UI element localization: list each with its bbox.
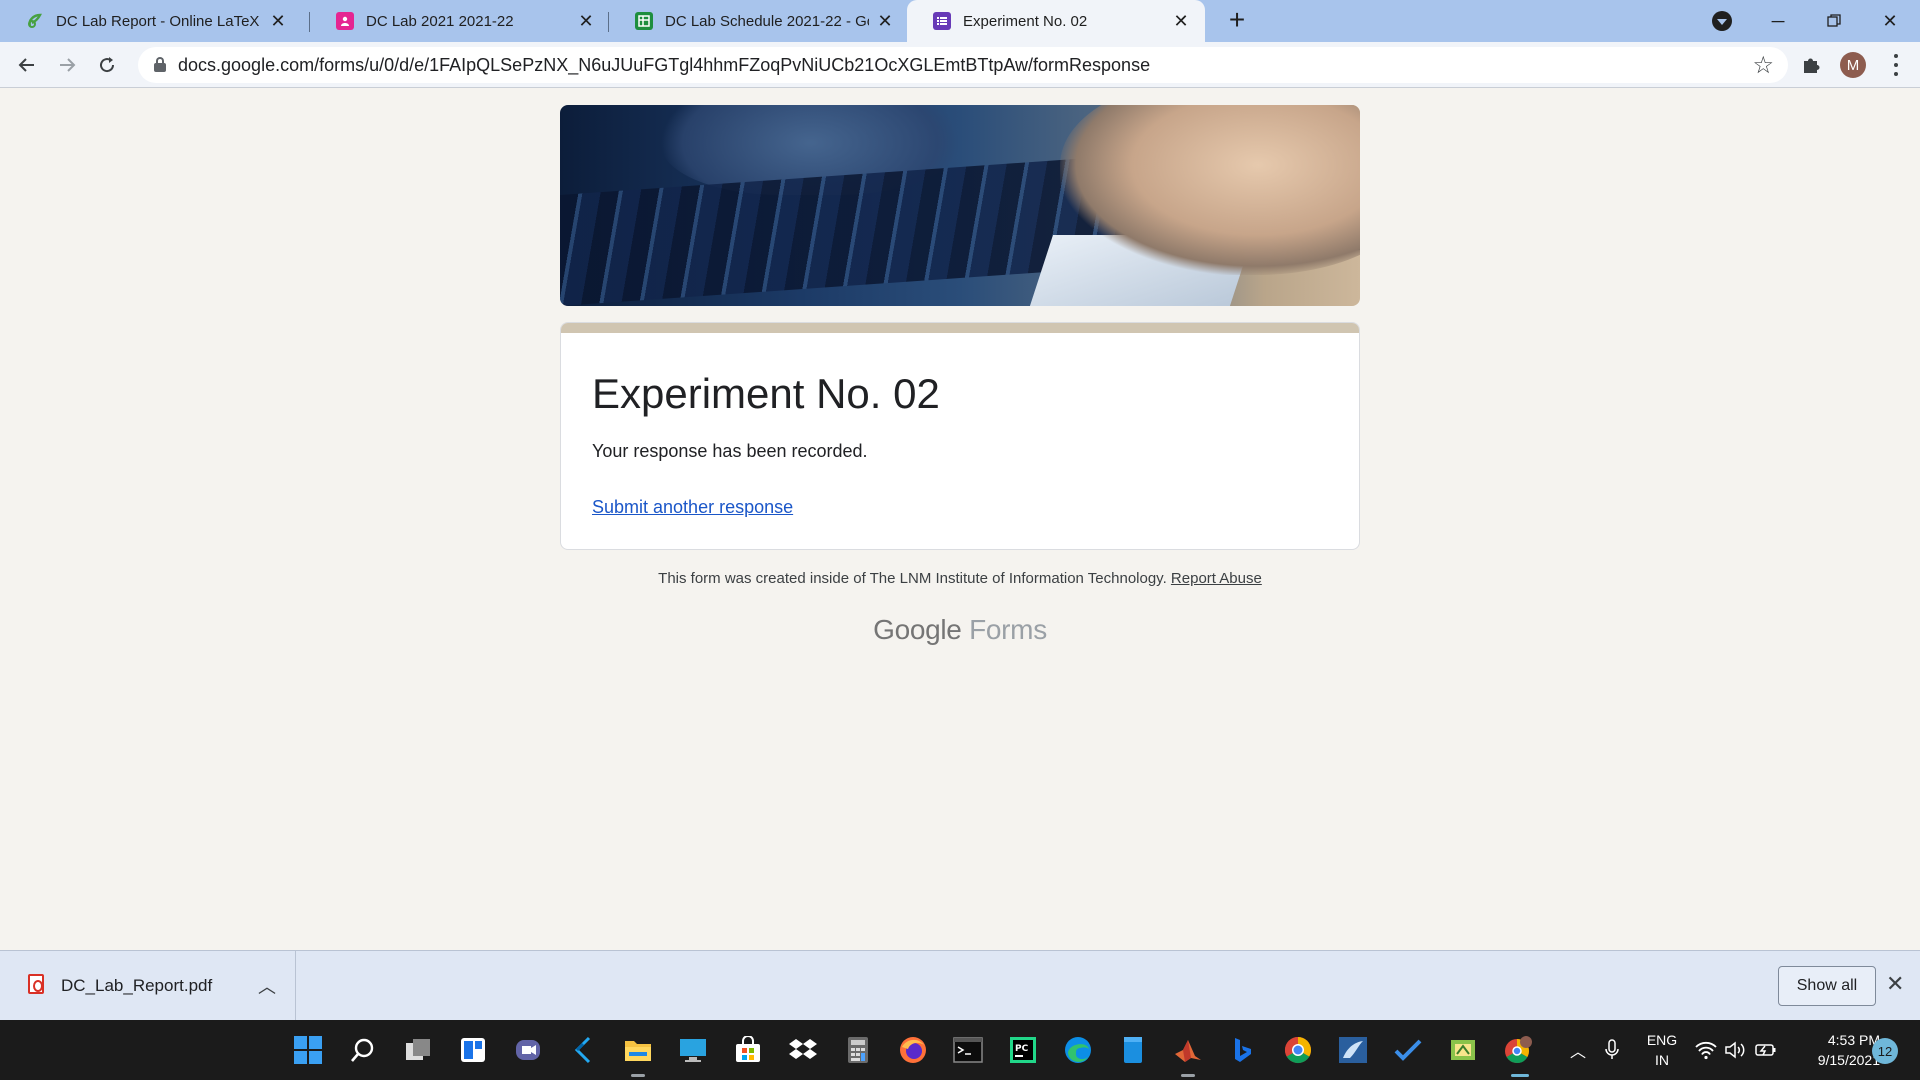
browser-toolbar: docs.google.com/forms/u/0/d/e/1FAIpQLSeP… <box>0 42 1920 88</box>
chevron-up-icon[interactable]: ︿ <box>1562 1034 1594 1066</box>
card-accent-bar <box>561 323 1359 333</box>
overleaf-icon <box>26 12 44 30</box>
bing-icon[interactable] <box>1227 1034 1259 1066</box>
tab-title: Experiment No. 02 <box>963 12 1088 30</box>
active-app-indicator <box>1511 1074 1529 1077</box>
pycharm-icon[interactable]: PC <box>1007 1034 1039 1066</box>
volume-icon[interactable] <box>1720 1034 1752 1066</box>
close-window-button[interactable]: ✕ <box>1862 0 1918 42</box>
system-clock[interactable]: 4:53 PM 9/15/2021 <box>1790 1030 1880 1070</box>
clock-date: 9/15/2021 <box>1817 1052 1880 1068</box>
microsoft-store-icon[interactable] <box>732 1034 764 1066</box>
pdf-file-icon <box>28 974 44 994</box>
tab-strip: DC Lab Report - Online LaTeX Ed ✕ DC Lab… <box>0 0 1920 42</box>
notification-badge[interactable]: 12 <box>1872 1038 1898 1064</box>
close-icon[interactable]: ✕ <box>1886 971 1904 997</box>
close-icon[interactable]: ✕ <box>875 11 895 31</box>
google-forms-logo[interactable]: Google Forms <box>560 614 1360 646</box>
download-shelf: DC_Lab_Report.pdf ︿ Show all ✕ <box>0 950 1920 1021</box>
active-app-indicator <box>1181 1074 1195 1077</box>
task-view-icon[interactable] <box>402 1034 434 1066</box>
microphone-icon[interactable] <box>1596 1034 1628 1066</box>
forward-button[interactable] <box>52 50 82 80</box>
remote-desktop-icon[interactable] <box>677 1034 709 1066</box>
minimize-button[interactable]: ─ <box>1750 0 1806 42</box>
region-code: IN <box>1655 1052 1669 1068</box>
widgets-icon[interactable] <box>457 1034 489 1066</box>
new-tab-button[interactable]: + <box>1222 6 1252 36</box>
calculator-icon[interactable] <box>842 1034 874 1066</box>
wifi-icon[interactable] <box>1690 1034 1722 1066</box>
wireshark-icon[interactable] <box>1337 1034 1369 1066</box>
notepad-icon[interactable] <box>1117 1034 1149 1066</box>
forms-icon <box>933 12 951 30</box>
edge-icon[interactable] <box>1062 1034 1094 1066</box>
logo-google-text: Google <box>873 614 962 645</box>
file-explorer-icon[interactable] <box>622 1034 654 1066</box>
dropbox-icon[interactable] <box>787 1034 819 1066</box>
address-bar[interactable]: docs.google.com/forms/u/0/d/e/1FAIpQLSeP… <box>138 47 1788 83</box>
windows-start-icon[interactable] <box>292 1034 324 1066</box>
restore-button[interactable] <box>1806 0 1862 42</box>
sheets-icon <box>635 12 653 30</box>
chrome-icon[interactable] <box>1282 1034 1314 1066</box>
form-footer: This form was created inside of The LNM … <box>560 570 1360 587</box>
tab-classroom[interactable]: DC Lab 2021 2021-22 ✕ <box>310 0 610 42</box>
tab-title: DC Lab Report - Online LaTeX Ed <box>56 12 262 30</box>
battery-icon[interactable] <box>1750 1034 1782 1066</box>
search-icon[interactable] <box>347 1034 379 1066</box>
chevron-up-icon[interactable]: ︿ <box>258 973 276 999</box>
firefox-icon[interactable] <box>897 1034 929 1066</box>
show-all-button[interactable]: Show all <box>1778 966 1876 1006</box>
footer-text: This form was created inside of The LNM … <box>658 570 1167 587</box>
form-title: Experiment No. 02 <box>592 370 940 417</box>
close-icon[interactable]: ✕ <box>268 11 288 31</box>
tab-title: DC Lab Schedule 2021-22 - Goo <box>665 12 869 30</box>
confirmation-card: Experiment No. 02 Your response has been… <box>560 322 1360 550</box>
submit-another-link[interactable]: Submit another response <box>592 497 793 518</box>
tab-overleaf[interactable]: DC Lab Report - Online LaTeX Ed ✕ <box>0 0 302 42</box>
confirmation-message: Your response has been recorded. <box>592 441 868 461</box>
url-text[interactable]: docs.google.com/forms/u/0/d/e/1FAIpQLSeP… <box>178 55 1150 76</box>
reload-button[interactable] <box>92 50 122 80</box>
profile-avatar[interactable]: M <box>1840 52 1866 78</box>
todo-icon[interactable] <box>1392 1034 1424 1066</box>
chrome-profile-icon[interactable] <box>1502 1034 1534 1066</box>
classroom-icon <box>336 12 354 30</box>
browser-menu-icon[interactable] <box>1886 54 1906 76</box>
teams-chat-icon[interactable] <box>512 1034 544 1066</box>
tab-title: DC Lab 2021 2021-22 <box>366 12 514 30</box>
bookmark-star-icon[interactable]: ☆ <box>1752 51 1774 80</box>
report-abuse-link[interactable]: Report Abuse <box>1171 570 1262 587</box>
tab-search-icon[interactable] <box>1712 11 1732 31</box>
logo-forms-text: Forms <box>969 614 1047 645</box>
clock-time: 4:53 PM <box>1827 1032 1880 1048</box>
lock-icon[interactable] <box>154 57 166 72</box>
close-icon[interactable]: ✕ <box>576 11 596 31</box>
svg-text:PC: PC <box>1015 1044 1029 1054</box>
terminal-icon[interactable] <box>952 1034 984 1066</box>
language-indicator[interactable]: ENG IN <box>1644 1030 1680 1070</box>
matlab-icon[interactable] <box>1172 1034 1204 1066</box>
download-item[interactable]: DC_Lab_Report.pdf ︿ <box>0 951 296 1021</box>
sticky-notes-icon[interactable] <box>1447 1034 1479 1066</box>
download-file-name[interactable]: DC_Lab_Report.pdf <box>61 976 212 996</box>
back-button[interactable] <box>12 50 42 80</box>
form-header-image <box>560 105 1360 306</box>
tab-sheets[interactable]: DC Lab Schedule 2021-22 - Goo ✕ <box>609 0 909 42</box>
close-icon[interactable]: ✕ <box>1171 11 1191 31</box>
windows-taskbar: PC ︿ ENG IN 4:53 PM 9/15/2021 <box>0 1020 1920 1080</box>
extensions-puzzle-icon[interactable] <box>1800 54 1822 76</box>
vscode-icon[interactable] <box>567 1034 599 1066</box>
language-code: ENG <box>1646 1032 1678 1048</box>
tab-forms[interactable]: Experiment No. 02 ✕ <box>907 0 1205 42</box>
active-app-indicator <box>631 1074 645 1077</box>
